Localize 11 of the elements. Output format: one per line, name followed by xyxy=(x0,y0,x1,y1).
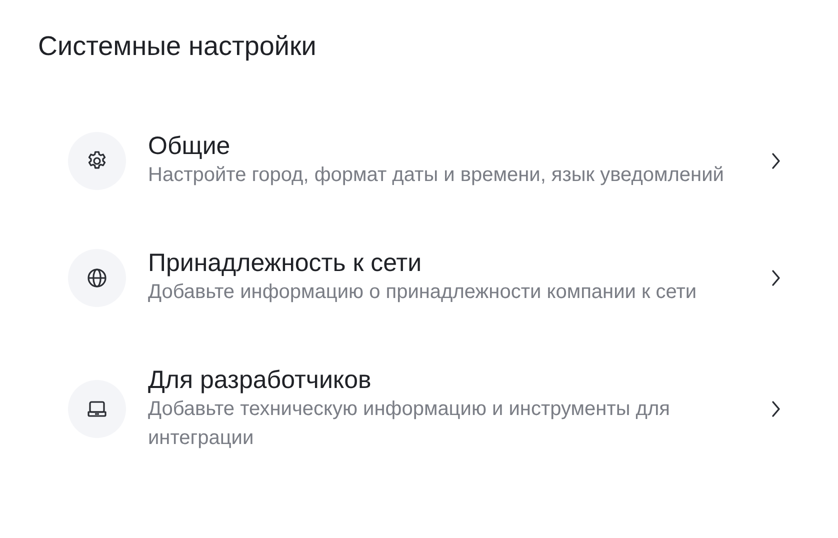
chevron-right-icon[interactable] xyxy=(771,400,781,418)
page-title: Системные настройки xyxy=(38,30,318,63)
globe-icon xyxy=(85,266,109,290)
setting-description: Добавьте техническую информацию и инструменты для интеграции xyxy=(148,397,671,451)
chevron-right-icon[interactable] xyxy=(771,268,781,286)
chevron-right-icon[interactable] xyxy=(771,152,781,170)
setting-title[interactable]: Для разработчиков xyxy=(148,365,758,395)
setting-title[interactable]: Принадлежность к сети xyxy=(148,248,758,278)
setting-description: Настройте город, формат даты и времени, язык уведомлений xyxy=(148,163,725,188)
setting-description: Добавьте информацию о принадлежности компании к сети xyxy=(148,280,698,305)
setting-title[interactable]: Общие xyxy=(148,131,758,161)
